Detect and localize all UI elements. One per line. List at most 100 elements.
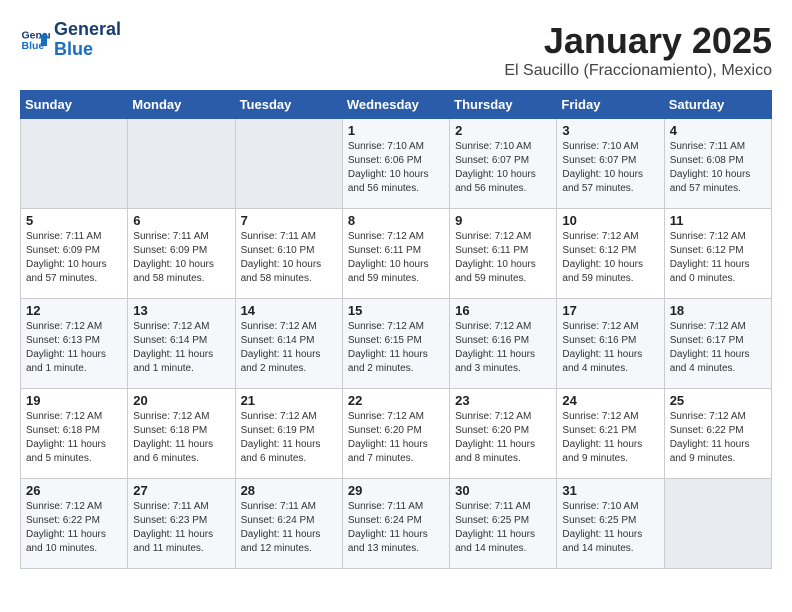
day-info: Sunrise: 7:11 AM Sunset: 6:09 PM Dayligh… [26,230,122,286]
calendar-cell: 25Sunrise: 7:12 AM Sunset: 6:22 PM Dayli… [664,389,771,479]
weekday-header-tuesday: Tuesday [235,91,342,119]
day-number: 30 [455,483,551,498]
day-info: Sunrise: 7:12 AM Sunset: 6:20 PM Dayligh… [348,410,444,466]
weekday-header-saturday: Saturday [664,91,771,119]
calendar-cell: 21Sunrise: 7:12 AM Sunset: 6:19 PM Dayli… [235,389,342,479]
calendar-cell: 13 Sunrise: 7:12 AM Sunset: 6:14 PM Dayli… [128,299,235,389]
calendar-cell: 16 Sunrise: 7:12 AM Sunset: 6:16 PM Dayli… [450,299,557,389]
day-info: Sunrise: 7:12 AM Sunset: 6:18 PM Dayligh… [26,410,122,466]
calendar-cell: 10 Sunrise: 7:12 AM Sunset: 6:12 PM Dayli… [557,209,664,299]
calendar-cell: 22 Sunrise: 7:12 AM Sunset: 6:20 PM Dayli… [342,389,449,479]
calendar-cell: 12 Sunrise: 7:12 AM Sunset: 6:13 PM Dayli… [21,299,128,389]
day-info: Sunrise: 7:11 AM Sunset: 6:24 PM Dayligh… [348,500,444,556]
calendar-cell: 5 Sunrise: 7:11 AM Sunset: 6:09 PM Daylig… [21,209,128,299]
calendar-cell: 14 Sunrise: 7:12 AM Sunset: 6:14 PM Dayli… [235,299,342,389]
day-info: Sunrise: 7:11 AM Sunset: 6:24 PM Dayligh… [241,500,337,556]
day-number: 12 [26,303,122,318]
calendar-cell [21,119,128,209]
day-number: 3 [562,123,658,138]
calendar-cell: 1Sunrise: 7:10 AM Sunset: 6:06 PM Daylig… [342,119,449,209]
day-info: Sunrise: 7:12 AM Sunset: 6:14 PM Dayligh… [133,320,229,376]
day-number: 13 [133,303,229,318]
calendar-table: SundayMondayTuesdayWednesdayThursdayFrid… [20,90,772,569]
day-number: 11 [670,213,766,228]
calendar-cell: 2 Sunrise: 7:10 AM Sunset: 6:07 PM Daylig… [450,119,557,209]
calendar-cell: 24Sunrise: 7:12 AM Sunset: 6:21 PM Dayli… [557,389,664,479]
day-number: 18 [670,303,766,318]
day-number: 9 [455,213,551,228]
calendar-cell [235,119,342,209]
day-number: 19 [26,393,122,408]
logo: General Blue General Blue [20,20,121,60]
day-number: 14 [241,303,337,318]
weekday-header-monday: Monday [128,91,235,119]
calendar-cell: 28 Sunrise: 7:11 AM Sunset: 6:24 PM Dayli… [235,479,342,569]
day-info: Sunrise: 7:12 AM Sunset: 6:22 PM Dayligh… [26,500,122,556]
calendar-cell: 11Sunrise: 7:12 AM Sunset: 6:12 PM Dayli… [664,209,771,299]
day-number: 20 [133,393,229,408]
day-number: 27 [133,483,229,498]
day-number: 2 [455,123,551,138]
day-info: Sunrise: 7:11 AM Sunset: 6:09 PM Dayligh… [133,230,229,286]
weekday-header-sunday: Sunday [21,91,128,119]
week-row-3: 12 Sunrise: 7:12 AM Sunset: 6:13 PM Dayli… [21,299,772,389]
day-number: 25 [670,393,766,408]
day-number: 16 [455,303,551,318]
calendar-cell: 3Sunrise: 7:10 AM Sunset: 6:07 PM Daylig… [557,119,664,209]
day-info: Sunrise: 7:12 AM Sunset: 6:14 PM Dayligh… [241,320,337,376]
day-info: Sunrise: 7:12 AM Sunset: 6:19 PM Dayligh… [241,410,337,466]
day-number: 24 [562,393,658,408]
day-info: Sunrise: 7:12 AM Sunset: 6:16 PM Dayligh… [455,320,551,376]
header: General Blue General Blue January 2025 E… [20,20,772,80]
week-row-2: 5 Sunrise: 7:11 AM Sunset: 6:09 PM Daylig… [21,209,772,299]
calendar-cell: 27 Sunrise: 7:11 AM Sunset: 6:23 PM Dayli… [128,479,235,569]
day-number: 31 [562,483,658,498]
day-info: Sunrise: 7:12 AM Sunset: 6:11 PM Dayligh… [348,230,444,286]
calendar-cell: 20Sunrise: 7:12 AM Sunset: 6:18 PM Dayli… [128,389,235,479]
calendar-cell: 17Sunrise: 7:12 AM Sunset: 6:16 PM Dayli… [557,299,664,389]
day-info: Sunrise: 7:12 AM Sunset: 6:12 PM Dayligh… [562,230,658,286]
day-number: 22 [348,393,444,408]
day-info: Sunrise: 7:11 AM Sunset: 6:23 PM Dayligh… [133,500,229,556]
calendar-cell: 8 Sunrise: 7:12 AM Sunset: 6:11 PM Daylig… [342,209,449,299]
day-number: 28 [241,483,337,498]
day-number: 15 [348,303,444,318]
day-number: 5 [26,213,122,228]
weekday-header-friday: Friday [557,91,664,119]
calendar-cell [664,479,771,569]
day-info: Sunrise: 7:10 AM Sunset: 6:06 PM Dayligh… [348,140,444,196]
week-row-1: 1Sunrise: 7:10 AM Sunset: 6:06 PM Daylig… [21,119,772,209]
day-number: 4 [670,123,766,138]
week-row-5: 26 Sunrise: 7:12 AM Sunset: 6:22 PM Dayli… [21,479,772,569]
calendar-cell: 19 Sunrise: 7:12 AM Sunset: 6:18 PM Dayli… [21,389,128,479]
calendar-cell: 26 Sunrise: 7:12 AM Sunset: 6:22 PM Dayli… [21,479,128,569]
weekday-header-thursday: Thursday [450,91,557,119]
weekday-header-row: SundayMondayTuesdayWednesdayThursdayFrid… [21,91,772,119]
logo-icon: General Blue [20,25,50,55]
logo-text: General Blue [54,20,121,60]
day-info: Sunrise: 7:12 AM Sunset: 6:13 PM Dayligh… [26,320,122,376]
day-number: 29 [348,483,444,498]
weekday-header-wednesday: Wednesday [342,91,449,119]
day-number: 17 [562,303,658,318]
calendar-cell: 9 Sunrise: 7:12 AM Sunset: 6:11 PM Daylig… [450,209,557,299]
calendar-cell: 23Sunrise: 7:12 AM Sunset: 6:20 PM Dayli… [450,389,557,479]
day-number: 7 [241,213,337,228]
day-info: Sunrise: 7:12 AM Sunset: 6:20 PM Dayligh… [455,410,551,466]
calendar-cell: 6Sunrise: 7:11 AM Sunset: 6:09 PM Daylig… [128,209,235,299]
day-number: 10 [562,213,658,228]
day-info: Sunrise: 7:10 AM Sunset: 6:25 PM Dayligh… [562,500,658,556]
day-number: 26 [26,483,122,498]
week-row-4: 19 Sunrise: 7:12 AM Sunset: 6:18 PM Dayli… [21,389,772,479]
day-info: Sunrise: 7:11 AM Sunset: 6:08 PM Dayligh… [670,140,766,196]
day-info: Sunrise: 7:11 AM Sunset: 6:10 PM Dayligh… [241,230,337,286]
calendar-cell: 15 Sunrise: 7:12 AM Sunset: 6:15 PM Dayli… [342,299,449,389]
day-info: Sunrise: 7:10 AM Sunset: 6:07 PM Dayligh… [455,140,551,196]
day-info: Sunrise: 7:12 AM Sunset: 6:15 PM Dayligh… [348,320,444,376]
day-info: Sunrise: 7:12 AM Sunset: 6:11 PM Dayligh… [455,230,551,286]
day-number: 8 [348,213,444,228]
calendar-cell: 29 Sunrise: 7:11 AM Sunset: 6:24 PM Dayli… [342,479,449,569]
svg-text:Blue: Blue [22,40,45,52]
calendar-title: January 2025 [504,20,772,62]
calendar-cell: 18Sunrise: 7:12 AM Sunset: 6:17 PM Dayli… [664,299,771,389]
